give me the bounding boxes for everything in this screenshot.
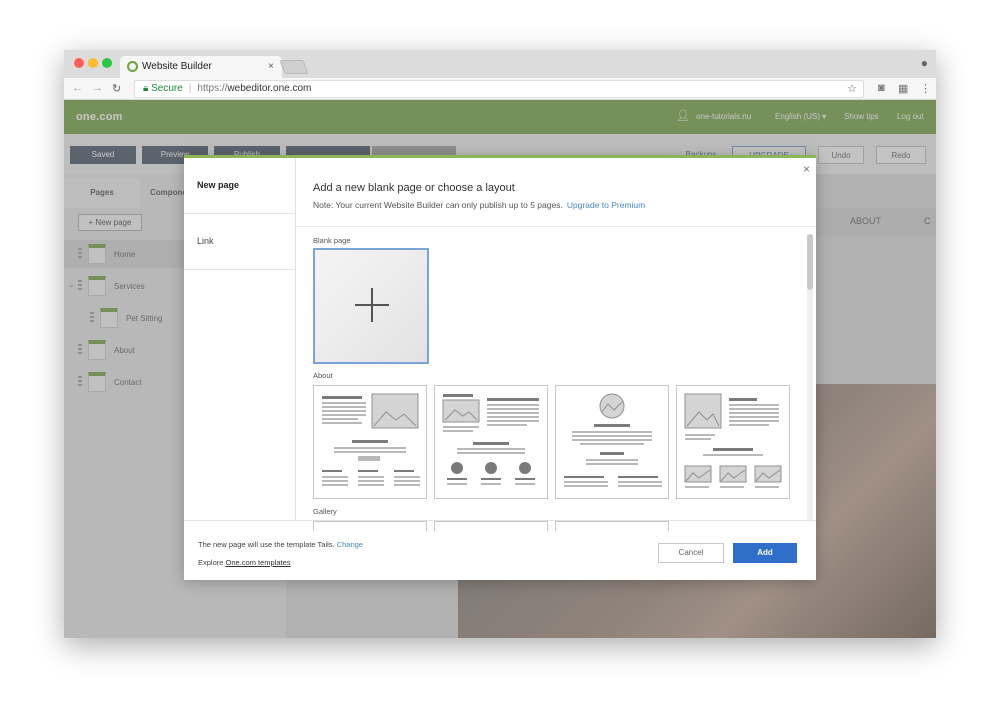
template-text: The new page will use the template Tails…	[198, 540, 335, 549]
url-scheme: https://	[197, 83, 228, 94]
about-layout-2[interactable]	[434, 385, 548, 499]
lock-icon: 🔒︎	[143, 83, 152, 94]
back-icon[interactable]: ←	[72, 82, 83, 94]
minimize-window-dot[interactable]	[88, 58, 98, 68]
dialog-side-tabs: New page Link	[184, 158, 296, 520]
menu-kebab-icon[interactable]: ⋮	[920, 82, 931, 95]
url-divider: |	[188, 83, 192, 94]
dialog-footer: The new page will use the template Tails…	[184, 520, 816, 580]
close-window-dot[interactable]	[74, 58, 84, 68]
tab-title: Website Builder	[142, 61, 212, 72]
layout-preview-4	[684, 393, 782, 488]
layouts-scrollbar[interactable]	[807, 234, 813, 520]
about-layout-1[interactable]	[313, 385, 427, 499]
plus-icon	[355, 288, 389, 322]
cancel-button[interactable]: Cancel	[658, 543, 724, 563]
secure-label: Secure	[151, 83, 183, 94]
layout-preview-2	[442, 394, 539, 485]
upgrade-premium-link[interactable]: Upgrade to Premium	[567, 200, 645, 210]
layout-preview-3	[564, 393, 662, 487]
blank-page-option[interactable]	[313, 248, 429, 364]
dialog-note: Note: Your current Website Builder can o…	[313, 200, 645, 210]
reload-icon[interactable]: ↻	[112, 82, 121, 95]
about-layout-3[interactable]	[555, 385, 669, 499]
close-icon[interactable]: ×	[803, 162, 810, 176]
section-label-blank: Blank page	[313, 236, 351, 245]
explore-templates: Explore One.com templates	[198, 558, 291, 567]
extension-icon[interactable]: ▦	[898, 82, 908, 95]
change-template-link[interactable]: Change	[337, 540, 363, 549]
tab-close-icon[interactable]: ×	[268, 56, 274, 78]
page-limit-note: Note: Your current Website Builder can o…	[313, 200, 563, 210]
templates-link[interactable]: One.com templates	[226, 558, 291, 567]
new-tab-button[interactable]	[279, 60, 309, 74]
new-page-dialog: New page Link × Add a new blank page or …	[184, 155, 816, 580]
dialog-title: Add a new blank page or choose a layout	[313, 182, 515, 194]
camera-icon[interactable]: ◙	[878, 82, 885, 94]
browser-tab-bar: Website Builder × ●	[64, 50, 936, 78]
section-label-about: About	[313, 371, 333, 380]
section-label-gallery: Gallery	[313, 507, 337, 516]
bookmark-star-icon[interactable]: ☆	[847, 81, 857, 97]
url-host: webeditor.one.com	[227, 83, 312, 94]
tab-new-page[interactable]: New page	[184, 158, 296, 214]
divider	[296, 226, 816, 227]
about-layout-4[interactable]	[676, 385, 790, 499]
profile-icon[interactable]: ●	[921, 56, 928, 70]
browser-tab[interactable]: Website Builder ×	[120, 56, 282, 78]
address-bar-row: ← → ↻ 🔒︎ Secure | https://webeditor.one.co…	[64, 78, 936, 100]
address-bar[interactable]: 🔒︎ Secure | https://webeditor.one.com ☆	[134, 80, 864, 98]
tab-link[interactable]: Link	[184, 214, 296, 270]
template-info: The new page will use the template Tails…	[198, 540, 363, 549]
scrollbar-thumb[interactable]	[807, 234, 813, 290]
forward-icon[interactable]: →	[92, 82, 103, 94]
add-button[interactable]: Add	[733, 543, 797, 563]
layout-preview-1	[322, 393, 420, 486]
explore-label: Explore	[198, 558, 224, 567]
maximize-window-dot[interactable]	[102, 58, 112, 68]
site-favicon-icon	[127, 61, 138, 72]
